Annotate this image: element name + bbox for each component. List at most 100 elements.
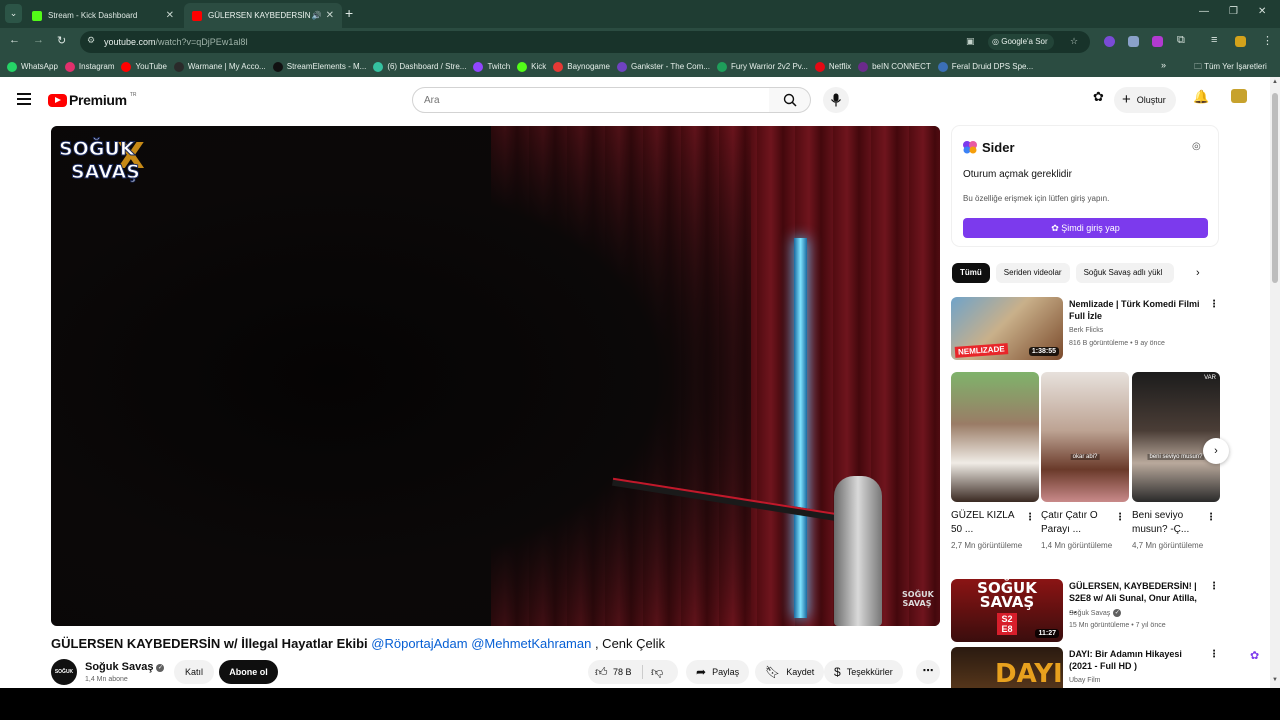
extension-icon-1[interactable]	[1104, 36, 1115, 47]
short-title[interactable]: Beni seviyo musun? -Ç...	[1132, 509, 1204, 537]
google-ask-button[interactable]: ◎ Google'a Sor	[988, 34, 1054, 50]
related-video[interactable]: DAYI DAYI: Bir Adamın Hikayesi (2021 - F…	[951, 647, 1219, 688]
video-channel[interactable]: Soğuk Savaş ✓	[1069, 609, 1122, 617]
extensions-puzzle-icon[interactable]: ⧉	[1177, 34, 1185, 47]
sider-settings-icon[interactable]: ◎	[1192, 141, 1201, 152]
bookmark-feral-druid[interactable]: Feral Druid DPS Spe...	[937, 61, 1033, 72]
video-title[interactable]: DAYI: Bir Adamın Hikayesi (2021 - Full H…	[1069, 648, 1203, 672]
bookmark-baynogame[interactable]: Baynogame	[553, 61, 610, 72]
more-options-icon[interactable]: ⋮	[1209, 299, 1219, 310]
search-button[interactable]	[769, 87, 811, 113]
dislike-icon[interactable]: 👎︎	[651, 665, 663, 680]
video-channel[interactable]: Ubay Film	[1069, 677, 1101, 684]
bookmark-twitch[interactable]: Twitch	[473, 61, 510, 72]
bookmark-gankster[interactable]: Gankster - The Com...	[616, 61, 710, 72]
tab-search-button[interactable]: ⌄	[5, 4, 22, 23]
bookmark-kick[interactable]: Kick	[517, 61, 546, 72]
sider-floating-icon[interactable]: ✿	[1250, 649, 1259, 662]
channel-name[interactable]: Soğuk Savaş ✓	[85, 661, 165, 673]
extension-icon-3[interactable]	[1152, 36, 1163, 47]
bookmark-streamelements[interactable]: StreamElements - M...	[272, 61, 366, 72]
more-options-icon[interactable]: ⋮	[1209, 649, 1219, 660]
short-thumbnail[interactable]	[951, 372, 1039, 502]
reload-icon[interactable]: ↻	[57, 34, 66, 47]
notifications-bell-icon[interactable]: 🔔	[1193, 89, 1209, 105]
scroll-up-arrow-icon[interactable]: ▲	[1272, 79, 1278, 85]
forward-icon[interactable]: →	[33, 34, 44, 46]
url-text[interactable]: youtube.com/watch?v=qDjPEw1al8I	[104, 37, 248, 47]
save-button[interactable]: 🔖︎ Kaydet	[755, 660, 825, 684]
mention-roportajadam[interactable]: @RöportajAdam	[371, 636, 467, 651]
back-icon[interactable]: ←	[9, 34, 20, 46]
thanks-button[interactable]: $ Teşekkürler	[824, 660, 903, 684]
video-thumbnail[interactable]: DAYI	[951, 647, 1063, 688]
short-thumbnail[interactable]: okar abi?	[1041, 372, 1129, 502]
mention-mehmetkahraman[interactable]: @MehmetKahraman	[471, 636, 591, 651]
chip-all[interactable]: Tümü	[952, 263, 990, 283]
sider-login-button[interactable]: ✿ Şimdi giriş yap	[963, 218, 1208, 238]
short-item[interactable]: okar abi? Çatır Çatır O Parayı ... 1,4 M…	[1041, 372, 1129, 550]
close-window-icon[interactable]: ✕	[1258, 6, 1266, 17]
tab-kick-dashboard[interactable]: Stream - Kick Dashboard ✕	[24, 3, 182, 28]
video-title[interactable]: Nemlizade | Türk Komedi Filmi Full İzle	[1069, 298, 1203, 322]
more-options-icon[interactable]: ⋮	[1209, 581, 1219, 592]
close-tab-icon[interactable]: ✕	[326, 10, 334, 21]
short-item[interactable]: GÜZEL KIZLA 50 ... 2,7 Mn görüntüleme ⋮	[951, 372, 1039, 550]
profile-avatar[interactable]	[1235, 36, 1246, 47]
video-player[interactable]: X SOĞUK SAVAŞ SOĞUK SAVAŞ	[51, 126, 940, 626]
restore-icon[interactable]: ❐	[1229, 6, 1238, 17]
video-channel[interactable]: Berk Flicks	[1069, 327, 1103, 334]
bookmark-youtube[interactable]: YouTube	[121, 61, 167, 72]
youtube-premium-logo[interactable]: Premium TR	[48, 92, 136, 108]
search-input[interactable]	[413, 88, 743, 112]
shorts-next-button[interactable]: ›	[1203, 438, 1229, 464]
bookmark-dashboard[interactable]: (6) Dashboard / Stre...	[373, 61, 466, 72]
close-tab-icon[interactable]: ✕	[166, 10, 174, 21]
sider-extension-icon[interactable]: ✿	[1093, 89, 1104, 105]
guide-menu-icon[interactable]	[17, 93, 31, 108]
subscribe-button[interactable]: Abone ol	[219, 660, 278, 684]
share-button[interactable]: ➦ Paylaş	[686, 660, 750, 684]
bookmark-instagram[interactable]: Instagram	[64, 61, 114, 72]
scrollbar-thumb[interactable]	[1272, 93, 1278, 283]
like-icon[interactable]: 👍︎	[595, 665, 608, 680]
more-options-icon[interactable]: ⋮	[1115, 512, 1125, 523]
extension-icon-2[interactable]	[1128, 36, 1139, 47]
channel-avatar[interactable]: SOĞUK SAVAŞ	[51, 659, 77, 685]
more-options-icon[interactable]: ⋮	[1206, 512, 1216, 523]
chip-channel-uploads[interactable]: Soğuk Savaş adlı yükl	[1075, 263, 1174, 283]
browser-menu-icon[interactable]: ⋮	[1262, 34, 1273, 47]
tab-youtube-video[interactable]: GÜLERSEN KAYBEDERSİN w/ 🔊 ✕	[184, 3, 342, 28]
join-button[interactable]: Katıl	[174, 660, 214, 684]
short-title[interactable]: GÜZEL KIZLA 50 ...	[951, 509, 1023, 537]
bookmarks-overflow-button[interactable]: »	[1161, 60, 1166, 70]
account-avatar[interactable]	[1231, 89, 1247, 103]
more-options-icon[interactable]: ⋮	[1025, 512, 1035, 523]
bookmark-netflix[interactable]: Netflix	[814, 61, 851, 72]
related-video[interactable]: NEMLIZADE 1:38:55 Nemlizade | Türk Komed…	[951, 297, 1219, 361]
page-scrollbar[interactable]: ▲ ▼	[1270, 77, 1280, 688]
create-button[interactable]: + Oluştur	[1114, 87, 1176, 113]
short-thumbnail[interactable]: VAR beni seviyo musun?	[1132, 372, 1220, 502]
channel-watermark[interactable]: SOĞUK SAVAŞ	[902, 590, 934, 608]
chip-series[interactable]: Seriden videolar	[995, 263, 1070, 283]
speaker-icon[interactable]: 🔊	[312, 11, 322, 20]
minimize-icon[interactable]: —	[1199, 6, 1209, 17]
short-title[interactable]: Çatır Çatır O Parayı ...	[1041, 509, 1113, 537]
more-actions-button[interactable]: ⋯	[916, 660, 940, 684]
media-control-icon[interactable]: ≡	[1211, 34, 1217, 46]
scroll-down-arrow-icon[interactable]: ▼	[1272, 677, 1278, 683]
short-item[interactable]: VAR beni seviyo musun? Beni seviyo musun…	[1132, 372, 1220, 550]
all-bookmarks-button[interactable]: 🗀 Tüm Yer İşaretleri	[1194, 61, 1267, 75]
bookmark-bein-connect[interactable]: beIN CONNECT	[858, 61, 931, 72]
bookmark-whatsapp[interactable]: WhatsApp	[7, 61, 58, 72]
new-tab-button[interactable]: +	[345, 5, 353, 21]
bookmark-fury-warrior[interactable]: Fury Warrior 2v2 Pv...	[716, 61, 808, 72]
related-video[interactable]: SOĞUK SAVAŞ S2 E8 11:27 GÜLERSEN, KAYBEDER…	[951, 579, 1219, 643]
site-info-icon[interactable]: ⚙	[87, 35, 95, 46]
cast-icon[interactable]: ▣	[966, 36, 975, 47]
bookmark-warmane[interactable]: Warmane | My Acco...	[173, 61, 266, 72]
video-thumbnail[interactable]: NEMLIZADE 1:38:55	[951, 297, 1063, 360]
video-thumbnail[interactable]: SOĞUK SAVAŞ S2 E8 11:27	[951, 579, 1063, 642]
voice-search-button[interactable]	[823, 87, 849, 113]
